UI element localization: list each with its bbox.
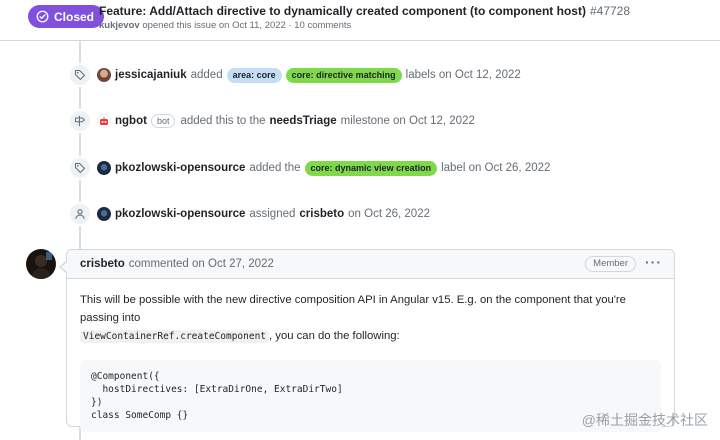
label-area-core[interactable]: area: core (226, 67, 282, 83)
issue-number: #47728 (589, 4, 631, 18)
actor-link[interactable]: ngbot (115, 115, 147, 127)
milestone-link[interactable]: needsTriage (270, 115, 337, 127)
assignee-link[interactable]: crisbeto (299, 208, 344, 220)
avatar[interactable] (97, 207, 111, 221)
timeline-event-labeled: jessicajaniuk added area: core core: dir… (68, 63, 525, 87)
issue-meta: kukjevov opened this issue on Oct 11, 20… (99, 20, 351, 31)
avatar[interactable] (97, 114, 111, 128)
comment-author-avatar[interactable] (26, 249, 56, 279)
issue-author-link[interactable]: kukjevov (99, 20, 140, 31)
watermark: @稀土掘金技术社区 (581, 412, 708, 428)
milestone-icon (68, 109, 92, 133)
comment-header: crisbeto commented on Oct 27, 2022 Membe… (67, 250, 674, 279)
tag-icon (68, 63, 92, 87)
event-verb: added the (249, 162, 301, 174)
comment-card: crisbeto commented on Oct 27, 2022 Membe… (59, 249, 675, 432)
event-suffix: label on Oct 26, 2022 (441, 162, 551, 174)
timeline-event-milestone: ngbot bot added this to the needsTriage … (68, 109, 479, 133)
comment-meta[interactable]: commented on Oct 27, 2022 (129, 258, 274, 270)
issue-title: Feature: Add/Attach directive to dynamic… (99, 4, 630, 18)
label-directive-matching[interactable]: core: directive matching (285, 67, 402, 83)
actor-link[interactable]: pkozlowski-opensource (115, 162, 245, 174)
comment-paragraph: This will be possible with the new direc… (80, 291, 661, 346)
kebab-menu-icon[interactable]: ··· (645, 254, 662, 270)
check-circle-icon (36, 10, 49, 23)
header-divider (0, 40, 720, 41)
event-suffix: milestone on Oct 12, 2022 (340, 115, 475, 127)
role-badge: Member (585, 256, 636, 272)
avatar-photo (26, 249, 56, 279)
event-verb: assigned (249, 208, 296, 220)
actor-link[interactable]: jessicajaniuk (115, 69, 187, 81)
issue-header: Closed Feature: Add/Attach directive to … (0, 0, 720, 40)
issue-title-text: Feature: Add/Attach directive to dynamic… (99, 4, 586, 18)
inline-code: ViewContainerRef.createComponent (80, 330, 270, 343)
code-block: @Component({ hostDirectives: [ExtraDirOn… (80, 360, 661, 432)
event-verb: added (190, 69, 223, 81)
event-verb: added this to the (180, 115, 266, 127)
comment-text-line2: , you can do the following: (269, 330, 400, 342)
actor-link[interactable]: pkozlowski-opensource (115, 208, 245, 220)
tag-icon (68, 156, 92, 180)
bot-avatar-icon (100, 117, 108, 125)
avatar[interactable] (97, 161, 111, 175)
timeline-event-labeled: pkozlowski-opensource added the core: dy… (68, 156, 554, 180)
label-dynamic-view-creation[interactable]: core: dynamic view creation (304, 160, 438, 176)
comment-text-line1: This will be possible with the new direc… (80, 294, 626, 324)
comment-author-link[interactable]: crisbeto (80, 258, 125, 270)
person-icon (68, 202, 92, 226)
issue-opened-text: opened this issue on Oct 11, 2022 · 10 c… (142, 20, 352, 31)
avatar[interactable] (97, 68, 111, 82)
state-label: Closed (54, 9, 95, 24)
timeline-event-assigned: pkozlowski-opensource assigned crisbeto … (68, 202, 434, 226)
bot-badge: bot (150, 114, 176, 128)
event-suffix: labels on Oct 12, 2022 (405, 69, 521, 81)
state-badge: Closed (28, 5, 105, 28)
event-suffix: on Oct 26, 2022 (348, 208, 430, 220)
